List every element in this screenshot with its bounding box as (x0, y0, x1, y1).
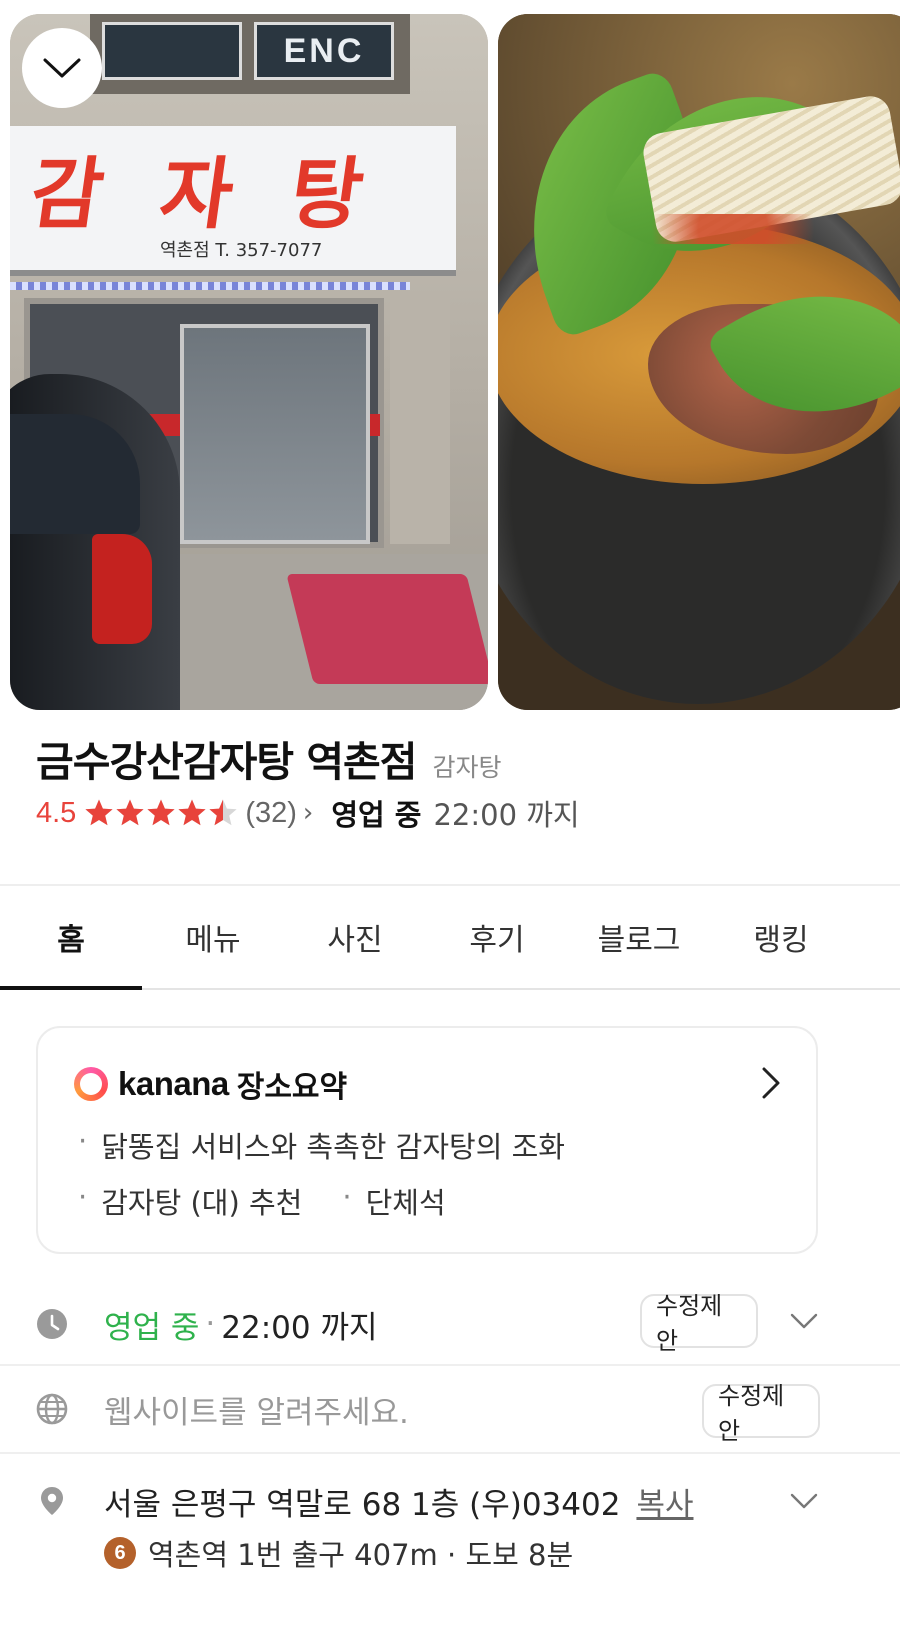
entrance-mat (286, 574, 488, 684)
kanana-logo-icon (74, 1067, 108, 1101)
review-count[interactable]: (32) (245, 797, 297, 830)
chevron-down-icon[interactable] (790, 1492, 818, 1510)
tab-photos[interactable]: 사진 (284, 886, 426, 988)
chevron-right-icon[interactable] (760, 1066, 782, 1100)
store-sign-text: 감자탕 (24, 150, 427, 240)
glass-door (180, 324, 370, 544)
suggest-edit-button[interactable]: 수정제안 (702, 1382, 820, 1445)
clock-icon (37, 1309, 67, 1339)
subway-line-badge: 6 (104, 1537, 136, 1569)
bullet: · (342, 1180, 352, 1214)
tab-home[interactable]: 홈 (0, 886, 142, 990)
open-until: 22:00 까지 (433, 798, 580, 832)
chevron-right-icon: › (302, 798, 314, 828)
hours-status: 영업 중 (104, 1309, 200, 1346)
tab-reviews[interactable]: 후기 (426, 886, 568, 988)
upper-sign: ENC (254, 22, 394, 80)
pillar (390, 294, 450, 544)
bullet: · (78, 1180, 88, 1214)
location-pin-icon (41, 1487, 63, 1515)
suggest-edit-button[interactable]: 수정제안 (640, 1292, 758, 1355)
place-name: 금수강산감자탕 역촌점 (36, 738, 417, 786)
address-row[interactable]: 서울 은평구 역말로 68 1층 (우)03402 복사 (0, 1468, 900, 1534)
kanana-brand: kanana (118, 1065, 229, 1102)
star-icon (85, 799, 113, 826)
upper-floor: ENC (90, 14, 410, 94)
star-icon (209, 799, 237, 826)
collapse-button[interactable] (22, 28, 102, 108)
address-text-row: 서울 은평구 역말로 68 1층 (우)03402 복사 (104, 1479, 694, 1524)
chevron-down-icon[interactable] (790, 1312, 818, 1330)
store-sign: 감자탕 역촌점 T. 357-7077 (10, 126, 456, 276)
address-text: 서울 은평구 역말로 68 1층 (우)03402 (104, 1486, 621, 1523)
website-placeholder: 웹사이트를 알려주세요. (104, 1394, 409, 1431)
open-status: 영업 중 (331, 798, 422, 832)
hours-until: 22:00 까지 (221, 1309, 378, 1346)
upper-window (102, 22, 242, 80)
tab-bar: 홈 메뉴 사진 후기 블로그 랭킹 (0, 886, 900, 990)
summary-item: 감자탕 (대) 추천 (101, 1186, 303, 1220)
tab-blog[interactable]: 블로그 (568, 886, 710, 988)
summary-header: kanana 장소요약 (74, 1062, 347, 1106)
car-taillight (92, 534, 152, 644)
hours-text: 영업 중 · 22:00 까지 (104, 1302, 378, 1347)
rating-row[interactable]: 4.5 (32) › 영업 중 22:00 까지 (36, 792, 580, 834)
star-icon (116, 799, 144, 826)
subway-text: 역촌역 1번 출구 407m · 도보 8분 (148, 1538, 574, 1572)
bullet: · (78, 1124, 88, 1158)
separator: · (205, 1306, 216, 1342)
photo-strip[interactable]: ENC 감자탕 역촌점 T. 357-7077 (0, 0, 900, 712)
summary-item: 닭똥집 서비스와 촉촉한 감자탕의 조화 (101, 1130, 565, 1164)
website-row[interactable]: 웹사이트를 알려주세요. 수정제안 (0, 1364, 900, 1454)
chevron-down-icon (43, 58, 81, 78)
globe-icon (36, 1393, 68, 1425)
hours-row[interactable]: 영업 중 · 22:00 까지 수정제안 (0, 1286, 900, 1362)
place-title-row: 금수강산감자탕 역촌점 감자탕 (36, 728, 502, 788)
storefront-photo[interactable]: ENC 감자탕 역촌점 T. 357-7077 (10, 14, 488, 710)
food-photo[interactable] (498, 14, 900, 710)
star-icon (178, 799, 206, 826)
copy-address-link[interactable]: 복사 (636, 1479, 693, 1524)
summary-title: 장소요약 (236, 1070, 348, 1105)
chili-powder (618, 214, 848, 244)
star-icon (147, 799, 175, 826)
rating-stars (84, 798, 239, 828)
store-sign-phone: 역촌점 T. 357-7077 (160, 240, 323, 261)
subway-info: 6 역촌역 1번 출구 407m · 도보 8분 (104, 1532, 573, 1574)
place-summary-card[interactable]: kanana 장소요약 · 닭똥집 서비스와 촉촉한 감자탕의 조화 · 감자탕… (36, 1026, 818, 1254)
summary-line: · 감자탕 (대) 추천 · 단체석 (78, 1180, 446, 1222)
tab-ranking[interactable]: 랭킹 (710, 886, 852, 988)
summary-item: 단체석 (365, 1186, 446, 1220)
place-category: 감자탕 (432, 753, 502, 782)
rating-score: 4.5 (36, 796, 77, 829)
summary-line: · 닭똥집 서비스와 촉촉한 감자탕의 조화 (78, 1124, 565, 1166)
tab-menu[interactable]: 메뉴 (142, 886, 284, 988)
sign-lights (10, 282, 410, 290)
